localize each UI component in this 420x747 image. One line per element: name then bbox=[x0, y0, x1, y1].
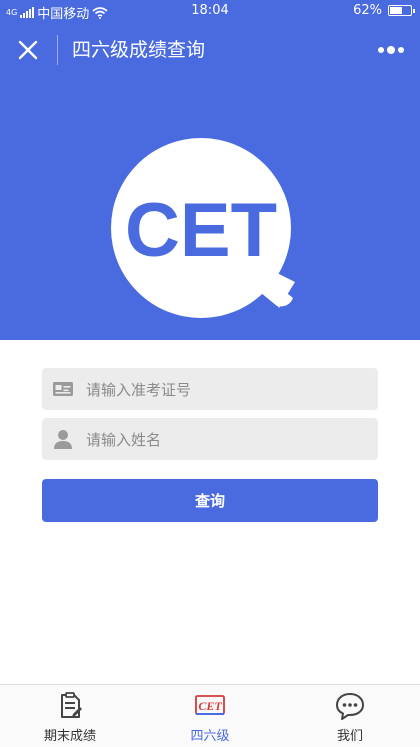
page-title: 四六级成绩查询 bbox=[72, 39, 206, 61]
tab-about-us[interactable]: 我们 bbox=[280, 685, 420, 747]
id-card-icon bbox=[53, 382, 73, 396]
ticket-number-input[interactable] bbox=[84, 368, 368, 412]
more-dots-icon[interactable] bbox=[376, 40, 406, 60]
status-bar: 4G 中国移动 18:04 62% bbox=[0, 0, 420, 22]
cet-logo-text: CET bbox=[125, 188, 277, 273]
report-icon bbox=[61, 692, 82, 718]
battery-icon bbox=[388, 5, 415, 16]
status-right: 62% bbox=[353, 3, 415, 18]
query-button[interactable]: 查询 bbox=[42, 479, 378, 522]
cet-logo: CET bbox=[111, 138, 295, 318]
ticket-number-field[interactable] bbox=[42, 368, 378, 412]
tab-label: 四六级 bbox=[190, 729, 230, 744]
hero-banner: CET bbox=[0, 78, 420, 340]
tab-final-grades[interactable]: 期末成绩 bbox=[0, 685, 140, 747]
name-input[interactable] bbox=[84, 418, 368, 462]
battery-percent: 62% bbox=[353, 3, 382, 18]
tab-cet[interactable]: CET 四六级 bbox=[140, 685, 280, 747]
battery-fill bbox=[390, 7, 402, 14]
tab-label: 期末成绩 bbox=[43, 729, 96, 744]
tab-bar: 期末成绩 CET 四六级 我们 bbox=[0, 684, 420, 747]
cet-icon-text: CET bbox=[198, 699, 222, 713]
navigation-bar: 四六级成绩查询 bbox=[0, 22, 420, 78]
cet-icon: CET bbox=[195, 695, 225, 715]
nav-divider bbox=[57, 35, 58, 65]
name-field[interactable] bbox=[42, 418, 378, 462]
tab-label: 我们 bbox=[336, 729, 363, 744]
close-icon[interactable] bbox=[14, 36, 42, 64]
chat-bubble-icon bbox=[336, 693, 364, 720]
user-icon bbox=[54, 430, 72, 449]
